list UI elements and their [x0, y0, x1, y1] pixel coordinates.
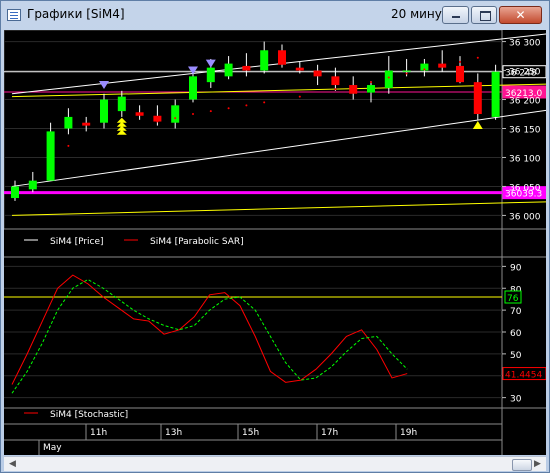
time-axis: May 11h 13h 15h 17h 19h [4, 424, 502, 455]
candle-bull [171, 105, 180, 123]
candle-bear [456, 65, 464, 83]
candle-bull [46, 131, 55, 181]
time-axis-label: 11h [90, 428, 107, 438]
candle-bear [473, 82, 482, 115]
minimize-icon [452, 16, 460, 18]
candle-bull [117, 96, 126, 112]
stochastic-legend: SiM4 [Stochastic] [24, 410, 128, 420]
candle-bull [100, 99, 108, 123]
price-axis-label: 36 000 [509, 212, 541, 222]
stochastic-legend-label: SiM4 [Stochastic] [50, 410, 128, 420]
candle-bear [135, 112, 144, 116]
candle-bear [242, 65, 251, 71]
close-button[interactable]: ✕ [499, 6, 542, 24]
time-axis-label: 13h [165, 428, 182, 438]
maximize-button[interactable] [471, 6, 497, 24]
candle-bull [28, 180, 37, 190]
candle-bull [11, 186, 19, 199]
candle-bear [82, 122, 91, 126]
stochastic-axis-label: 90 [510, 263, 522, 273]
minimize-button[interactable] [442, 6, 469, 24]
sar-dot [405, 72, 408, 75]
sar-dot [227, 107, 230, 110]
horizontal-scrollbar[interactable]: ◀ ▶ [4, 456, 546, 471]
time-axis-label: 17h [321, 428, 338, 438]
sar-dot [174, 117, 177, 120]
price-axis-label: 36 150 [509, 126, 541, 136]
price-axis-label: 36 100 [509, 154, 541, 164]
stochastic-k-line [11, 274, 408, 385]
sar-dot [192, 113, 194, 116]
candle-bull [260, 50, 269, 71]
stochastic-axis-label: 30 [510, 395, 522, 405]
candle-bear [278, 50, 286, 65]
chart-svg[interactable]: 36 24836213.036039.3 36 30036 25036 2003… [3, 29, 550, 455]
sar-dot [298, 95, 301, 98]
candle-bull [64, 116, 73, 129]
interval-label[interactable]: 20 минут [391, 7, 449, 21]
chart-window-icon [7, 9, 21, 21]
sar-dot [209, 110, 212, 113]
candle-bull [402, 70, 411, 72]
time-axis-label: 15h [242, 428, 259, 438]
stochastic-axis-label: 50 [510, 351, 522, 361]
price-axis-label: 36 200 [509, 97, 541, 107]
candle-bull [189, 76, 197, 100]
chart-window: Графики [SiM4] 20 минут ✕ 36 248 36213.0 3… [0, 0, 550, 473]
sar-dot [423, 68, 426, 71]
sar-dot [263, 101, 266, 104]
sar-dot [352, 85, 355, 88]
time-axis-month: May [43, 443, 62, 453]
maximize-icon [480, 11, 491, 21]
stochastic-level-label: 76 [507, 294, 519, 304]
time-axis-label: 19h [400, 428, 417, 438]
candle-bear [313, 70, 322, 77]
price-panel-frame [3, 29, 503, 230]
chart-canvas[interactable]: 36 248 36213.0 36039.3 36 300 36 250 36 200 3… [3, 29, 550, 455]
price-axis-label: 36 250 [509, 68, 541, 78]
price-axis-label: 36 300 [509, 39, 541, 49]
sar-dot [334, 88, 337, 91]
sar-dot [156, 120, 159, 123]
candle-bull [367, 85, 375, 93]
stochastic-axis-label: 60 [510, 329, 522, 339]
scroll-right-icon[interactable]: ▶ [530, 458, 545, 471]
close-icon: ✕ [515, 8, 526, 22]
candle-bull [491, 71, 500, 117]
price-axis-label: 36 050 [509, 183, 541, 193]
scroll-thumb[interactable] [512, 459, 532, 471]
window-title: Графики [SiM4] [27, 7, 125, 21]
stochastic-value-label: 41.4454 [505, 371, 542, 381]
sar-dot [459, 60, 461, 63]
sar-dot [387, 76, 390, 79]
candle-bear [295, 67, 304, 71]
candle-bear [331, 76, 340, 86]
sar-dot [476, 56, 479, 59]
title-bar[interactable]: Графики [SiM4] 20 минут ✕ [1, 1, 549, 29]
sar-dot [67, 144, 70, 147]
price-legend-label: SiM4 [Price] [50, 237, 104, 247]
candle-bull [384, 70, 393, 88]
scroll-left-icon[interactable]: ◀ [5, 458, 20, 471]
sar-dot [370, 81, 372, 84]
price-legend: SiM4 [Price] SiM4 [Parabolic SAR] [24, 237, 244, 247]
sar-legend-label: SiM4 [Parabolic SAR] [150, 237, 244, 247]
stochastic-axis: 908070605040307641.4454 [502, 263, 547, 405]
sar-dot [441, 64, 444, 67]
candle-bull [206, 67, 215, 83]
candle-bull [224, 63, 233, 77]
sar-dot [245, 104, 248, 107]
stochastic-axis-label: 70 [510, 307, 522, 317]
